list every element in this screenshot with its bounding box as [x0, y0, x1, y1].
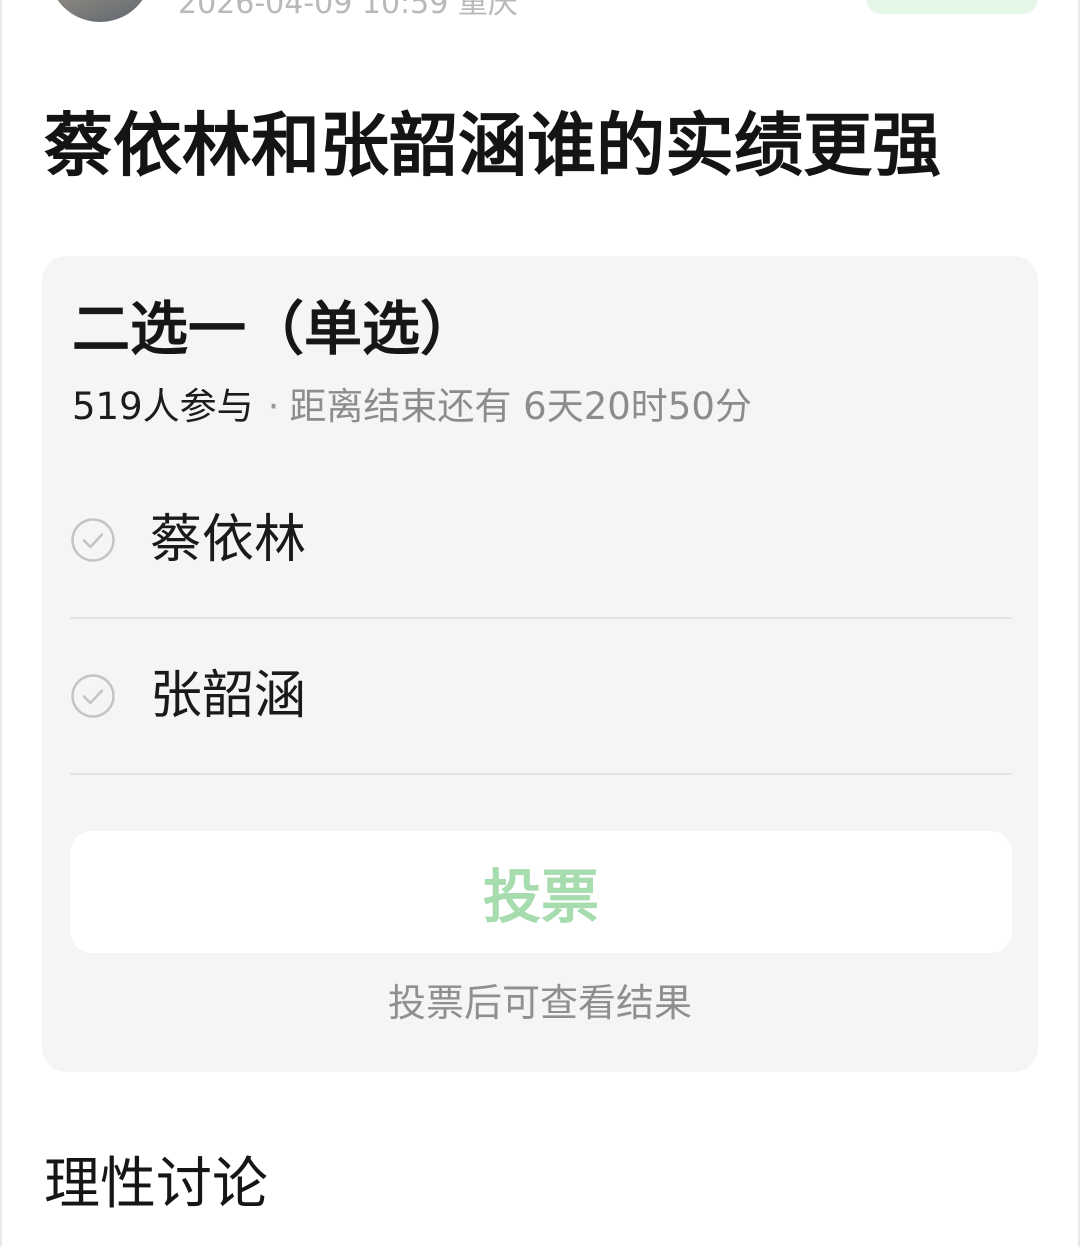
participant-count: 519人参与 — [72, 385, 254, 428]
post-time-location: 2026-04-09 10:59 重庆 — [178, 0, 518, 21]
check-circle-icon — [71, 518, 115, 562]
poll-stats: 519人参与 · 距离结束还有 6天20时50分 — [72, 384, 752, 430]
stats-separator: · — [267, 385, 280, 428]
poll-option-2[interactable]: 张韶涵 — [70, 618, 1012, 775]
poll-option-label: 蔡依林 — [150, 510, 307, 570]
follow-button[interactable] — [866, 0, 1038, 14]
page-edge-left — [0, 0, 2, 1247]
poll-card: 二选一（单选） 519人参与 · 距离结束还有 6天20时50分 蔡依林 张韶涵 投… — [42, 256, 1038, 1072]
poll-option-label: 张韶涵 — [150, 666, 307, 726]
poll-type-label: 二选一（单选） — [72, 295, 479, 363]
post-title: 蔡依林和张韶涵谁的实绩更强 — [44, 106, 941, 186]
time-remaining: 距离结束还有 6天20时50分 — [289, 385, 752, 428]
avatar[interactable] — [48, 0, 152, 22]
vote-button[interactable]: 投票 — [70, 831, 1012, 953]
poll-option-1[interactable]: 蔡依林 — [70, 462, 1012, 619]
vote-hint: 投票后可查看结果 — [387, 981, 692, 1025]
check-circle-icon — [71, 674, 115, 718]
discussion-heading: 理性讨论 — [44, 1152, 268, 1217]
